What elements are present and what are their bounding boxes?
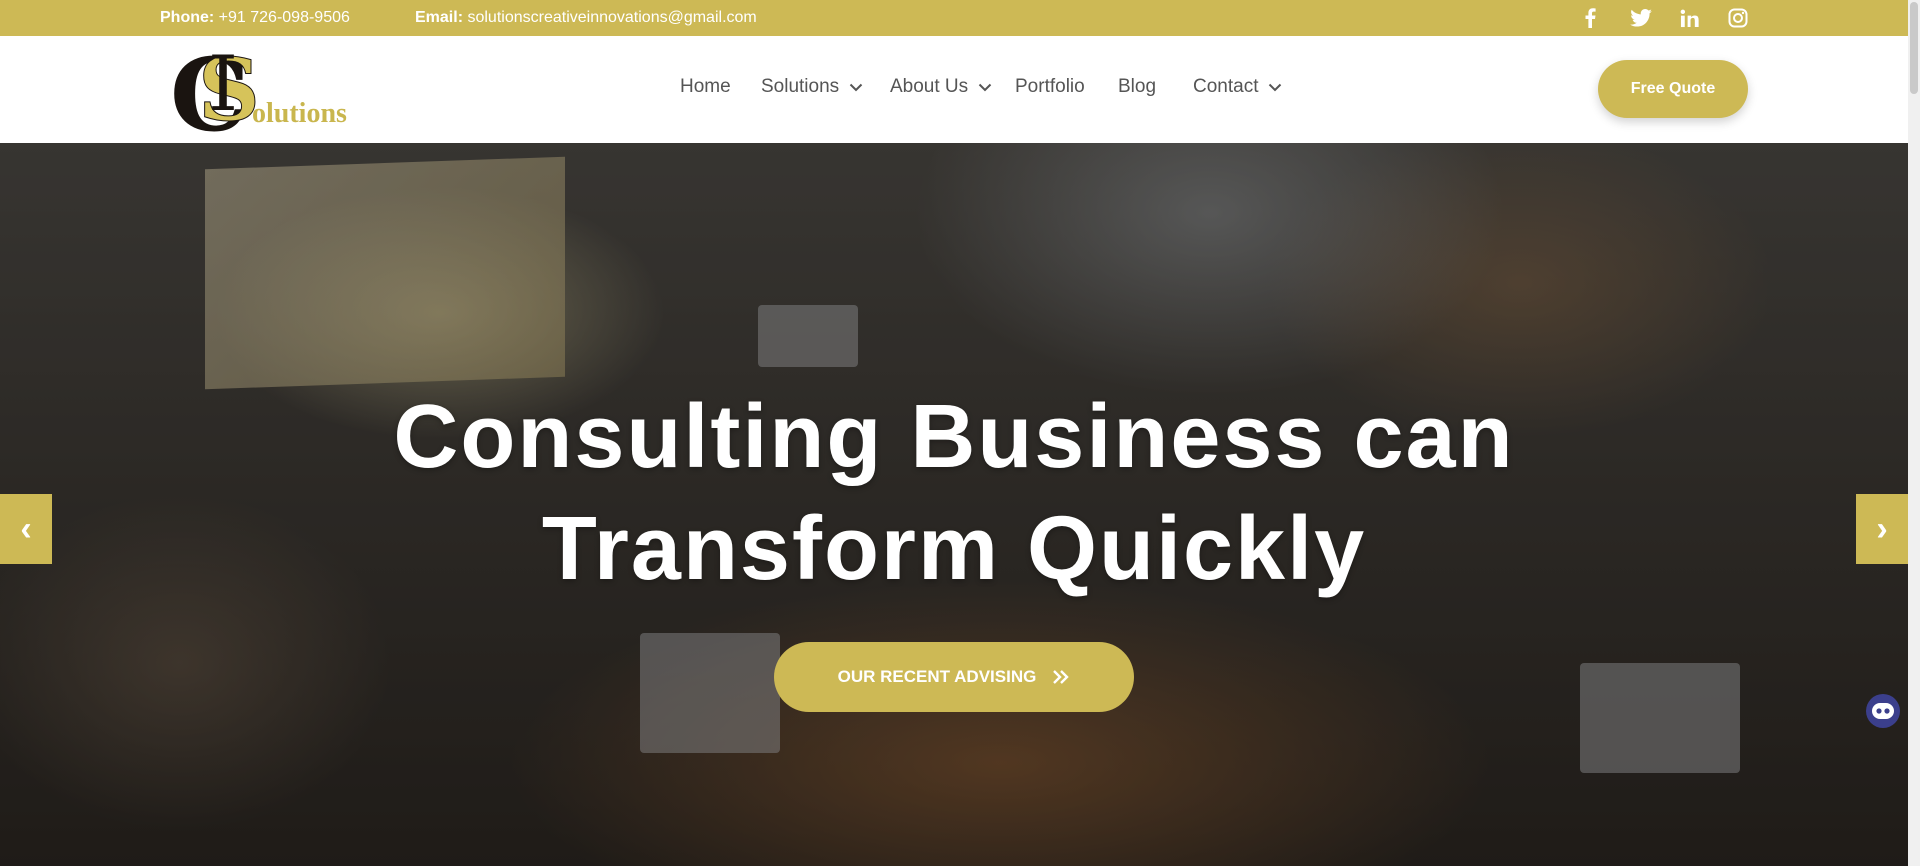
chevron-down-icon: [1269, 83, 1282, 91]
nav-portfolio[interactable]: Portfolio: [1015, 76, 1085, 98]
nav-portfolio-label: Portfolio: [1015, 76, 1085, 97]
nav-about-label: About Us: [890, 76, 969, 97]
chat-widget-button[interactable]: [1866, 694, 1900, 728]
phone-number[interactable]: +91 726-098-9506: [219, 9, 350, 26]
double-chevron-right-icon: [1053, 670, 1070, 684]
twitter-icon[interactable]: [1630, 6, 1652, 30]
hero-background-image: [205, 156, 565, 390]
slider-prev-button[interactable]: ‹: [0, 494, 52, 564]
chevron-down-icon: [849, 83, 863, 91]
phone-label: Phone:: [160, 9, 215, 26]
top-bar: Phone: +91 726-098-9506 Email: solutions…: [0, 0, 1908, 36]
facebook-icon[interactable]: [1584, 6, 1596, 30]
nav-contact[interactable]: Contact: [1193, 76, 1282, 98]
recent-advising-button[interactable]: OUR RECENT ADVISING: [774, 642, 1134, 712]
hero-slider: Consulting Business can Transform Quickl…: [0, 143, 1908, 866]
nav-home[interactable]: Home: [680, 76, 731, 98]
chevron-down-icon: [978, 83, 992, 91]
hero-background-image: [758, 305, 858, 367]
free-quote-button[interactable]: Free Quote: [1598, 60, 1748, 118]
phone-contact[interactable]: Phone: +91 726-098-9506: [160, 9, 350, 27]
nav-home-label: Home: [680, 76, 731, 97]
hero-background-image: [1580, 663, 1740, 773]
scrollbar-thumb[interactable]: [1910, 2, 1918, 94]
hero-title-line2: Transform Quickly: [541, 499, 1367, 599]
svg-text:I: I: [208, 40, 238, 128]
nav-about-us[interactable]: About Us: [890, 76, 992, 98]
linkedin-icon[interactable]: [1680, 6, 1699, 30]
email-label: Email:: [415, 9, 464, 26]
nav-blog-label: Blog: [1118, 76, 1157, 97]
nav-contact-label: Contact: [1193, 76, 1259, 97]
chat-bot-icon: [1872, 703, 1894, 719]
slider-next-button[interactable]: ›: [1856, 494, 1908, 564]
page-scrollbar[interactable]: [1908, 0, 1920, 866]
hero-title-line1: Consulting Business can: [393, 387, 1515, 487]
email-address[interactable]: solutionscreativeinnovations@gmail.com: [467, 9, 756, 26]
hero-background-image: [640, 633, 780, 753]
nav-blog[interactable]: Blog: [1118, 76, 1156, 98]
hero-title: Consulting Business can Transform Quickl…: [0, 381, 1908, 605]
nav-solutions[interactable]: Solutions: [761, 76, 863, 98]
instagram-icon[interactable]: [1728, 6, 1748, 30]
nav-solutions-label: Solutions: [761, 76, 840, 97]
main-header: C S I olutions Home Solutions About Us P…: [0, 36, 1908, 154]
logo-wordmark: olutions: [252, 98, 347, 129]
email-contact[interactable]: Email: solutionscreativeinnovations@gmai…: [415, 9, 757, 27]
recent-advising-label: OUR RECENT ADVISING: [837, 667, 1037, 686]
site-logo[interactable]: C S I olutions: [170, 36, 350, 154]
